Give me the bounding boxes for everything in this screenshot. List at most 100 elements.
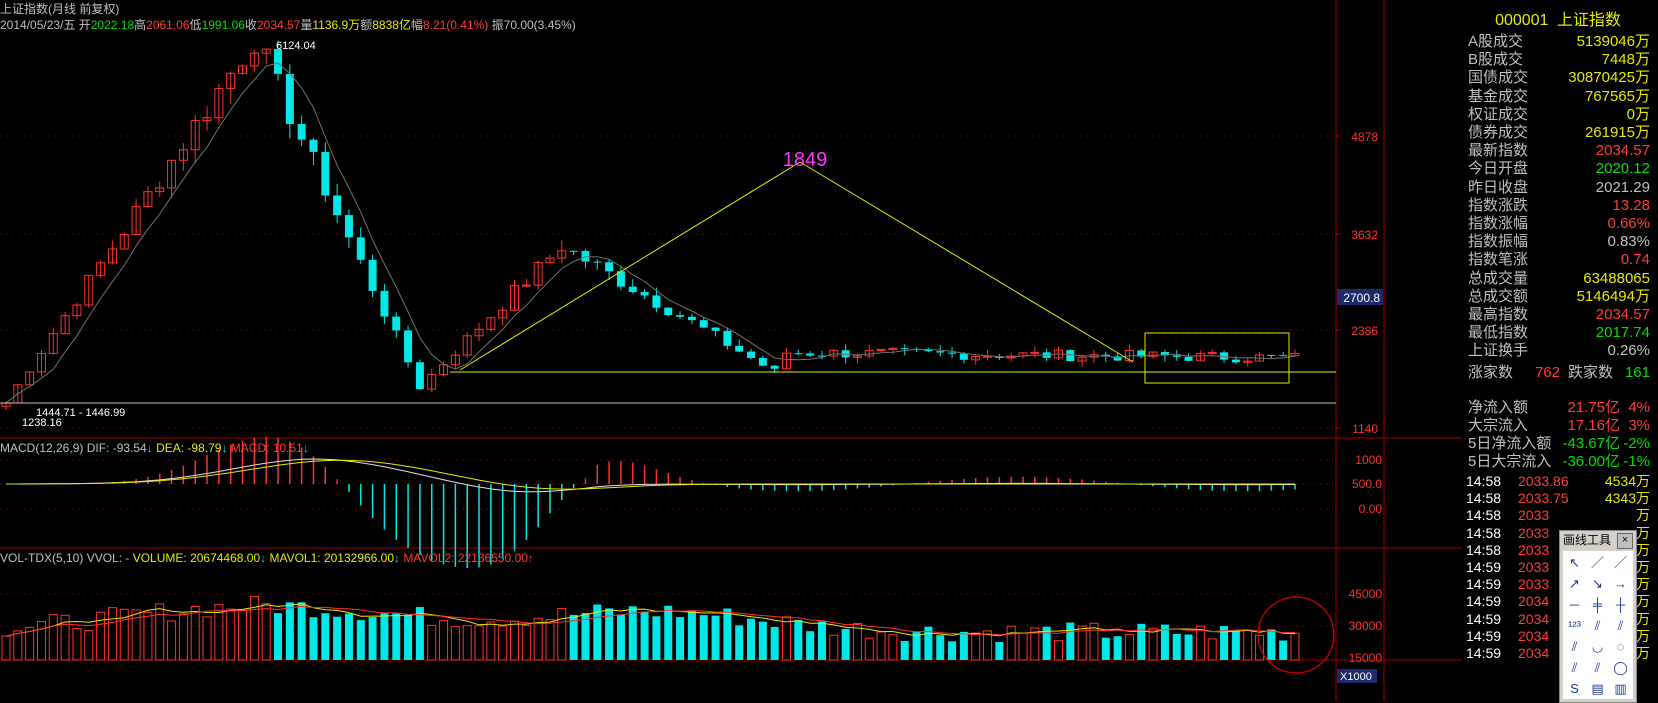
chart-labels: 48783632238611402700.818496124.041444.71… [0,1,1383,683]
candle-80 [948,347,957,359]
market-breadth: 涨家数 762 跌家数 161 [1462,362,1654,384]
quote-label: 上证换手 [1468,342,1529,360]
palette-tool-button[interactable]: ／ [1610,552,1631,573]
quote-value: 261915万 [1584,124,1650,141]
candle-body [605,262,614,272]
flow-value: 17.16亿 [1567,417,1620,434]
mid-peak-label: 1849 [783,149,828,171]
quote-value: 2021.29 [1595,178,1650,196]
quote-value: 0万 [1626,105,1650,123]
macd-field: ↓ [303,441,309,455]
tick-price: 2033 [1518,541,1550,558]
palette-tool-button[interactable]: ▥ [1610,678,1631,699]
vol-bar [190,605,200,661]
palette-tool-button[interactable]: ⫽ [1587,657,1608,678]
candle-61 [723,327,732,350]
palette-tool-button[interactable]: ⫽ [1564,636,1585,657]
vol-bar [1207,638,1217,661]
candle-body [1030,351,1040,354]
palette-tool-button[interactable]: ▤ [1587,678,1608,699]
quote-value: 767565万 [1584,87,1650,105]
palette-tool-button[interactable]: ⫽ [1587,615,1608,636]
vol-bar [864,637,874,661]
quote-value: 0.83% [1607,233,1650,251]
candle-87 [1030,346,1040,358]
candle-13 [155,181,165,198]
sidebar-header: 000001 上证指数 [1462,6,1654,30]
tick-row: 14:58 2033.86 4534万 [1462,472,1654,490]
drawing-tools-palette[interactable]: 画线工具 × ↖ ／／ ↗ ↘ → ─ ╪ ┼ ¹²³ ⫽ ⫽ ⫽ ◡ ◌ ⫽ ⫽ ◯ S ▤ ▥ [1559,530,1637,703]
palette-close-button[interactable]: × [1617,533,1633,549]
palette-tool-button[interactable]: ┼ [1610,594,1631,615]
palette-tool-button[interactable]: ─ [1564,594,1585,615]
candle-20 [238,64,248,75]
candle-body [1279,355,1288,357]
candle-40 [474,322,484,342]
palette-tool-button[interactable]: ╪ [1587,594,1608,615]
main-chart[interactable]: 48783632238611402700.818496124.041444.71… [0,0,1462,701]
vol-field: ↑ [528,551,534,565]
palette-tool-button[interactable]: S [1564,678,1585,699]
quote-value: 13.28 [1612,196,1650,214]
palette-tool-button[interactable]: ↗ [1564,573,1585,594]
candle-body [404,330,413,363]
candle-9 [107,240,117,265]
vol-bar [912,632,921,660]
quote-label: 指数涨幅 [1468,215,1529,232]
candle-10 [119,232,129,250]
candle-54 [640,289,649,300]
tick-price: 2034 [1518,627,1550,644]
vol-bar [143,611,153,661]
volume-panel [1,596,1335,674]
candle-body [735,345,744,352]
palette-tool-button[interactable]: ◌ [1610,636,1631,657]
vol-bar [273,613,282,660]
candle-46 [545,254,555,264]
vol-bar [427,624,437,661]
vol-bar [687,610,696,660]
palette-tool-button[interactable]: ⫽ [1564,657,1585,678]
quote-value: 5139046万 [1576,33,1650,50]
palette-tool-button[interactable]: ◯ [1610,657,1631,678]
vol-bar [486,621,496,661]
quote-label: B股成交 [1468,51,1524,69]
palette-tool-button[interactable]: → [1610,573,1631,594]
candles [1,40,1300,411]
chart-title: 上证指数(月线 前复权) [0,1,119,16]
candle-body [356,237,365,260]
palette-tool-button[interactable]: ¹²³ [1564,615,1585,636]
macd-tick-label: 500.0 [1352,477,1382,491]
candle-7 [84,274,94,308]
candle-96 [1137,348,1146,359]
palette-tool-button[interactable]: ／ [1587,552,1608,573]
vol-bar [238,609,248,661]
flow-label: 5日净流入额 [1468,435,1552,452]
tick-time: 14:59 [1466,610,1502,627]
quote-label: 总成交额 [1468,287,1529,305]
macd-field: ↓ [147,441,156,455]
candle-body [285,73,294,124]
up-count-label: 涨家数 [1468,364,1514,381]
vol-bar [498,625,508,661]
quote-label: A股成交 [1468,33,1524,50]
vol-bar [829,634,839,661]
palette-tool-button[interactable]: ◡ [1587,636,1608,657]
vol-bar [13,630,23,661]
candle-body [1184,356,1193,361]
candle-100 [1184,353,1193,362]
quote-label: 指数振幅 [1468,233,1529,251]
vol-bar [344,613,353,660]
quote-value: 0.66% [1607,215,1650,232]
overlay-lines [0,161,1336,404]
vol-bar [1124,633,1134,661]
palette-tool-button[interactable]: ⫽ [1610,615,1631,636]
palette-tool-button[interactable]: ↖ [1564,552,1585,573]
palette-tool-button[interactable]: ↘ [1587,573,1608,594]
vol-bar [333,616,342,660]
quote-row: 权证成交 0万 [1462,106,1654,124]
ohlc-field: 2034.57 [257,18,301,32]
vol-bar [1231,630,1240,660]
vol-bar [1172,633,1181,660]
tick-price: 2033.86 [1518,473,1569,489]
tick-vol: 万 [1636,610,1650,627]
